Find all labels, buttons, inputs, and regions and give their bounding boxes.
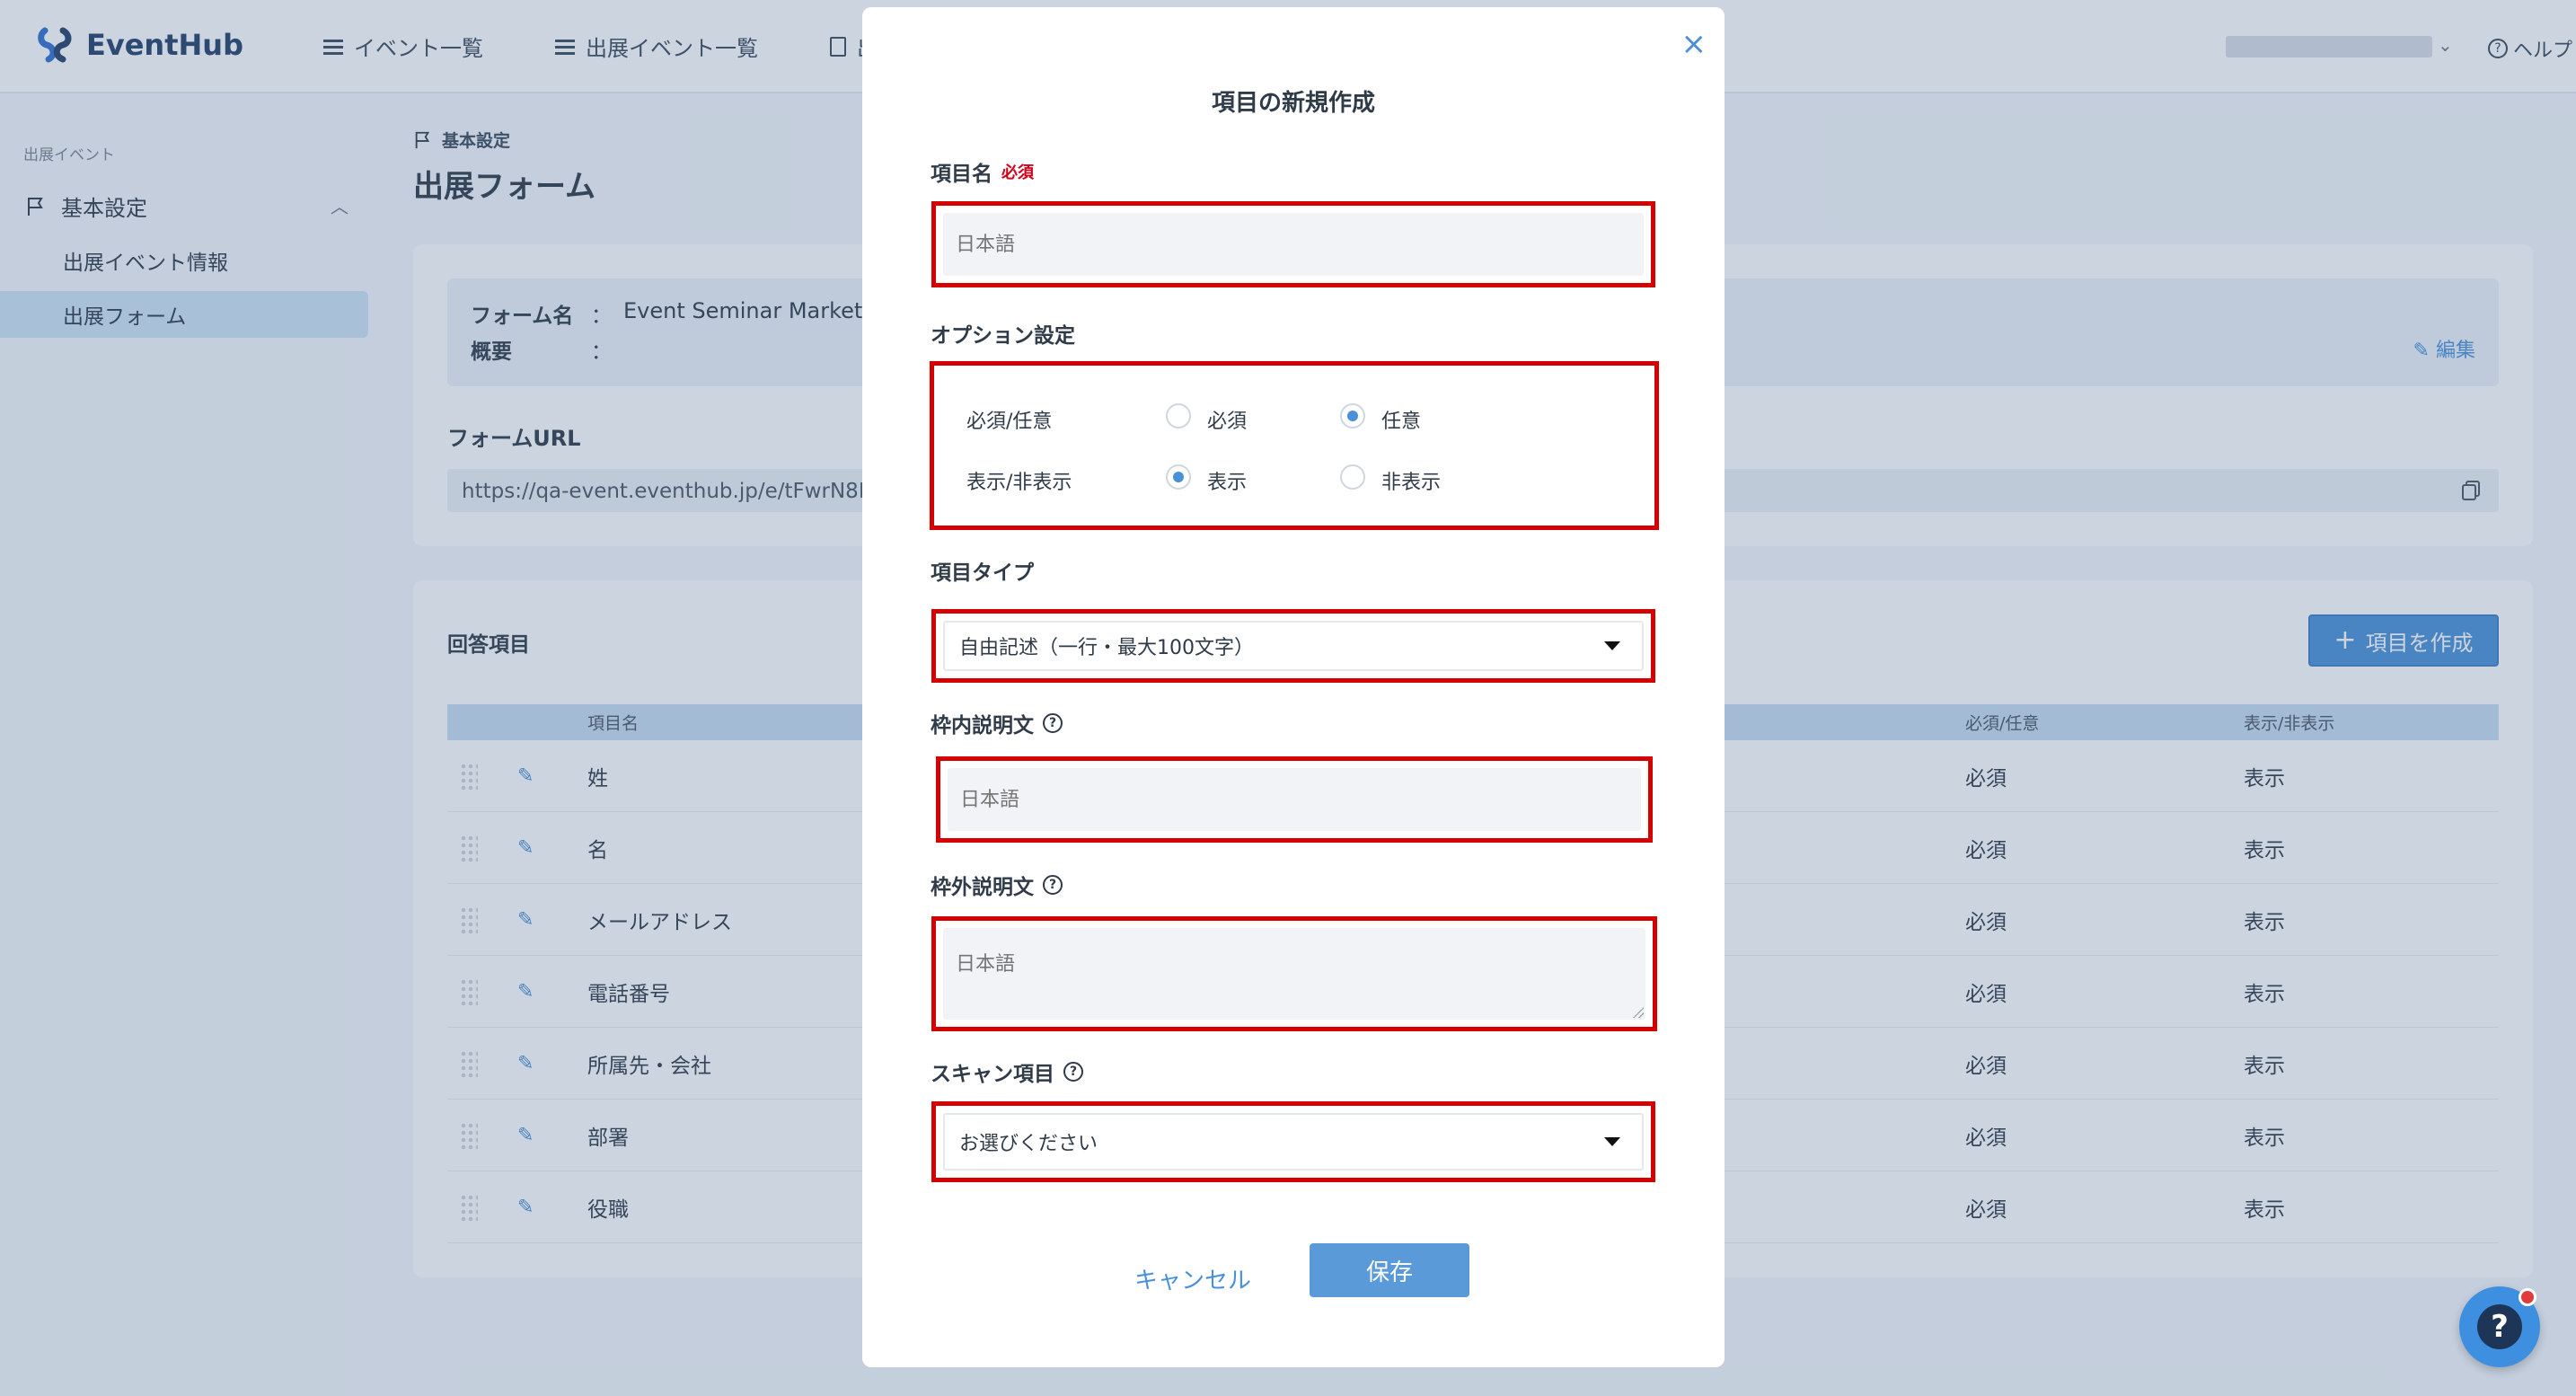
display-option-label: 表示/非表示 bbox=[966, 472, 1072, 494]
chat-help-icon: ? bbox=[2477, 1304, 2522, 1349]
help-circle-icon[interactable]: ? bbox=[1063, 1062, 1083, 1082]
notification-dot bbox=[2519, 1288, 2536, 1306]
item-name-input[interactable] bbox=[943, 213, 1644, 276]
item-name-label-row: 項目名 必須 bbox=[931, 156, 1034, 187]
outer-desc-highlight bbox=[931, 916, 1657, 1031]
caret-down-icon bbox=[1604, 641, 1620, 650]
item-type-label: 項目タイプ bbox=[931, 561, 1034, 585]
radio-optional[interactable] bbox=[1340, 403, 1365, 429]
options-label: オプション設定 bbox=[931, 324, 1075, 348]
outer-desc-label-row: 枠外説明文 ? bbox=[931, 870, 1063, 900]
required-option-label: 必須/任意 bbox=[966, 411, 1053, 433]
item-type-highlight: 自由記述（一行・最大100文字） bbox=[931, 609, 1655, 683]
resize-handle[interactable] bbox=[1633, 1007, 1644, 1018]
options-highlight: 必須/任意 必須 任意 表示/非表示 表示 非表示 bbox=[930, 361, 1659, 530]
scan-item-value: お選びください bbox=[959, 1133, 1098, 1155]
radio-optional-label: 任意 bbox=[1381, 411, 1422, 433]
help-circle-icon[interactable]: ? bbox=[1043, 713, 1063, 733]
radio-hide-label: 非表示 bbox=[1381, 472, 1442, 494]
inner-desc-label-row: 枠内説明文 ? bbox=[931, 708, 1063, 738]
radio-show-label: 表示 bbox=[1207, 472, 1248, 494]
radio-hide[interactable] bbox=[1340, 464, 1365, 490]
required-badge: 必須 bbox=[1001, 163, 1034, 182]
scan-item-select[interactable]: お選びください bbox=[943, 1113, 1644, 1171]
outer-desc-label: 枠外説明文 bbox=[931, 876, 1034, 899]
save-button[interactable]: 保存 bbox=[1310, 1243, 1469, 1297]
radio-show[interactable] bbox=[1166, 464, 1191, 490]
create-item-modal: × 項目の新規作成 項目名 必須 オプション設定 必須/任意 必須 任意 表示/… bbox=[862, 7, 1725, 1367]
inner-desc-input[interactable] bbox=[948, 768, 1641, 831]
scan-item-highlight: お選びください bbox=[931, 1101, 1655, 1182]
radio-required-label: 必須 bbox=[1207, 411, 1248, 433]
chat-help-button[interactable]: ? bbox=[2459, 1286, 2540, 1367]
cancel-button[interactable]: キャンセル bbox=[1112, 1252, 1274, 1304]
item-name-label: 項目名 bbox=[931, 163, 992, 186]
item-name-highlight bbox=[931, 201, 1655, 287]
scan-item-label-row: スキャン項目 ? bbox=[931, 1056, 1083, 1087]
item-type-select[interactable]: 自由記述（一行・最大100文字） bbox=[943, 621, 1644, 671]
help-circle-icon[interactable]: ? bbox=[1043, 875, 1063, 895]
caret-down-icon bbox=[1604, 1137, 1620, 1146]
inner-desc-highlight bbox=[936, 756, 1653, 843]
scan-item-label: スキャン項目 bbox=[931, 1063, 1054, 1086]
item-type-value: 自由記述（一行・最大100文字） bbox=[959, 637, 1254, 659]
radio-required[interactable] bbox=[1166, 403, 1191, 429]
close-icon[interactable]: × bbox=[1681, 29, 1707, 59]
inner-desc-label: 枠内説明文 bbox=[931, 714, 1034, 738]
modal-title: 項目の新規作成 bbox=[1211, 90, 1375, 117]
outer-desc-textarea[interactable] bbox=[943, 928, 1645, 1020]
